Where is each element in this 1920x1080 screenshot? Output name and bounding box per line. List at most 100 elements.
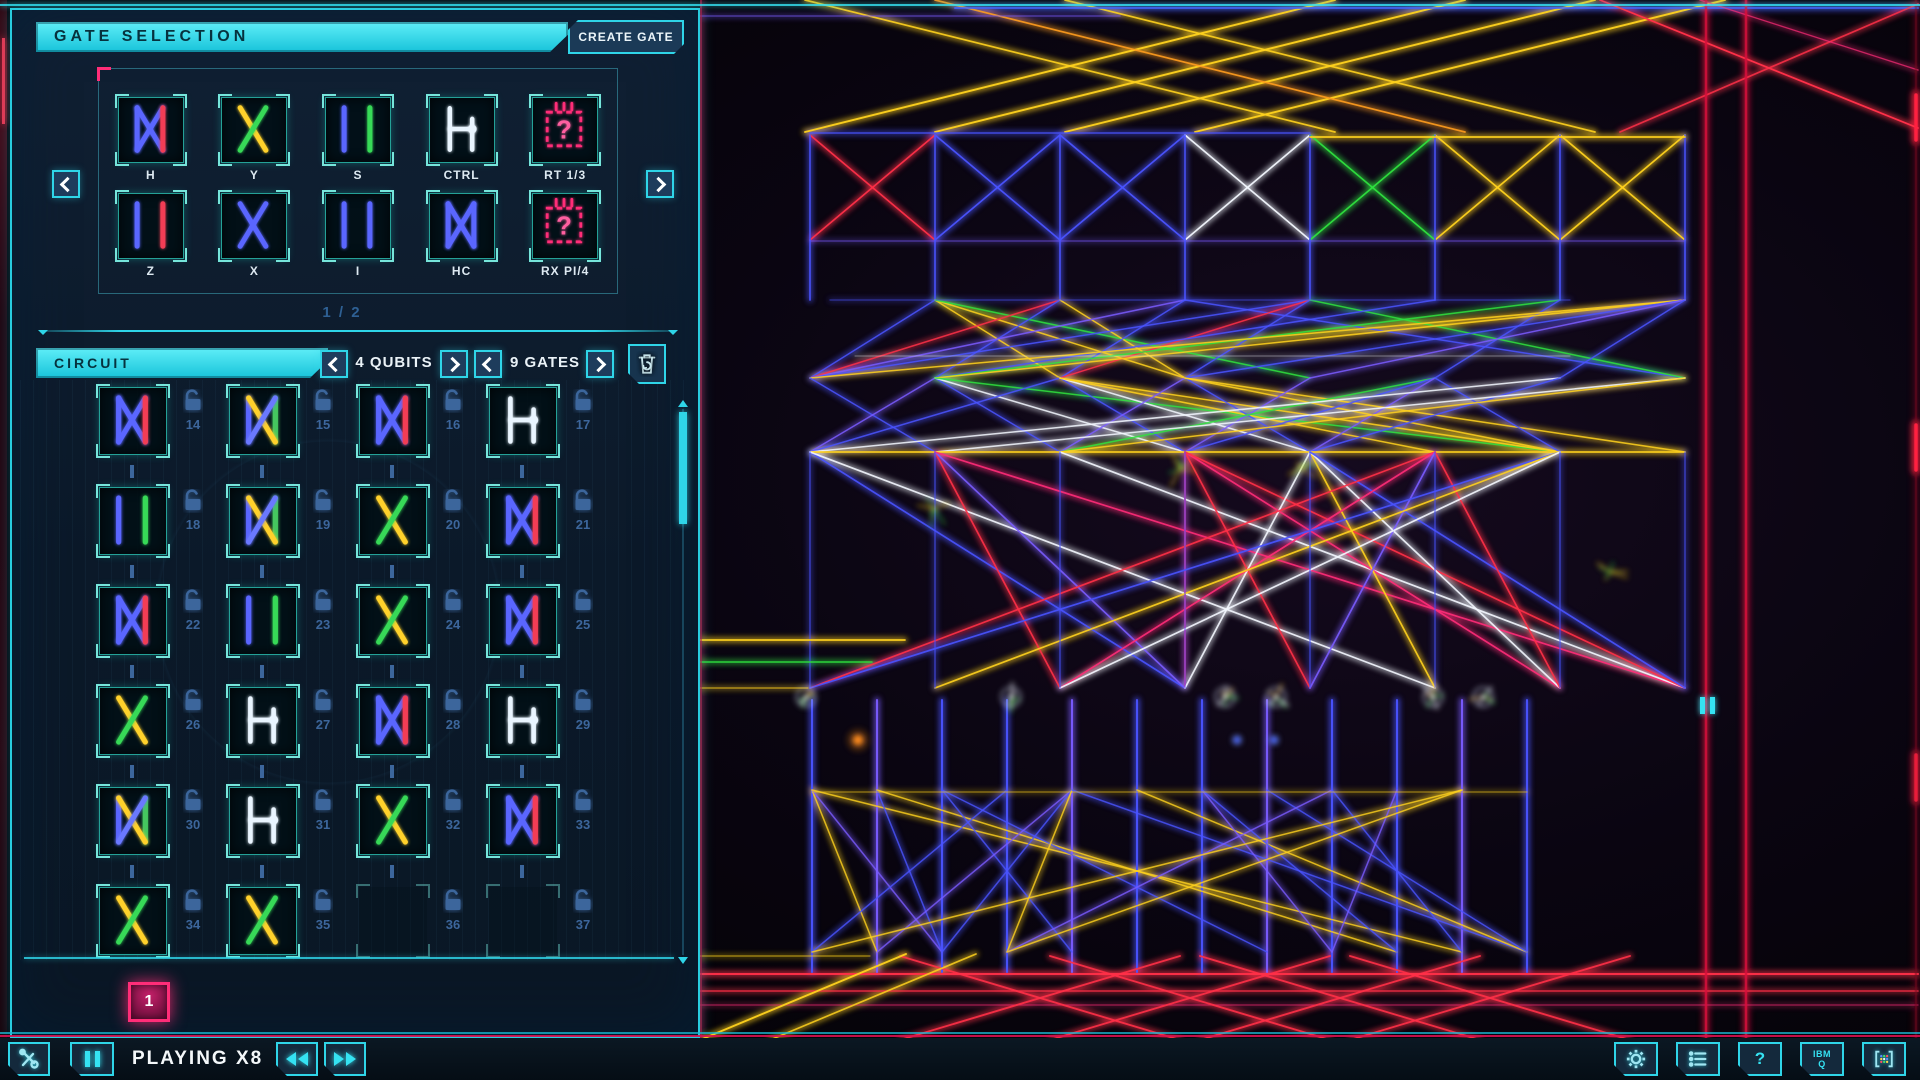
fast-forward-icon: [346, 1052, 356, 1066]
slot-connector: [390, 865, 394, 878]
bottom-divider-cyan: [0, 1032, 1920, 1034]
slot-number: 24: [437, 617, 469, 632]
circuit-slot-37[interactable]: 37: [489, 885, 619, 985]
gate-label: H: [146, 168, 156, 182]
gates-increase-button[interactable]: [586, 350, 614, 378]
pause-icon: [85, 1051, 90, 1067]
levels-menu-button[interactable]: [1676, 1042, 1720, 1076]
circuit-slot-15[interactable]: 15: [229, 385, 359, 485]
circuit-slot-34[interactable]: 34: [99, 885, 229, 985]
screen-edge-accent: [0, 0, 7, 1080]
slot-number: 26: [177, 717, 209, 732]
pause-button[interactable]: [70, 1042, 114, 1076]
slot-number: 36: [437, 917, 469, 932]
circuit-slot-28[interactable]: 28: [359, 685, 489, 785]
unlock-icon: [573, 689, 593, 713]
palette-gate-HC[interactable]: HC: [410, 193, 514, 289]
scrollbar-thumb[interactable]: [679, 412, 687, 524]
top-border-line: [0, 4, 1920, 6]
circuit-slot-31[interactable]: 31: [229, 785, 359, 885]
circuit-slot-33[interactable]: 33: [489, 785, 619, 885]
unlock-icon: [573, 489, 593, 513]
help-button[interactable]: ?: [1738, 1042, 1782, 1076]
circuit-slot-18[interactable]: 18: [99, 485, 229, 585]
settings-button[interactable]: [1614, 1042, 1658, 1076]
clear-circuit-button[interactable]: [628, 344, 666, 384]
unlock-icon: [313, 589, 333, 613]
unlock-icon: [183, 889, 203, 913]
circuit-slot-26[interactable]: 26: [99, 685, 229, 785]
palette-gate-Z[interactable]: Z: [99, 193, 203, 289]
palette-gate-S[interactable]: S: [306, 97, 410, 193]
palette-gate-H[interactable]: H: [99, 97, 203, 193]
slot-connector: [130, 565, 134, 578]
circuit-slot-19[interactable]: 19: [229, 485, 359, 585]
create-gate-button[interactable]: CREATE GATE: [568, 20, 684, 54]
ibmq-button[interactable]: IBM Q: [1800, 1042, 1844, 1076]
slot-connector: [390, 465, 394, 478]
circuit-slot-17[interactable]: 17: [489, 385, 619, 485]
rewind-button[interactable]: [276, 1042, 318, 1076]
circuit-page-button[interactable]: 1: [128, 982, 170, 1022]
matrix-view-button[interactable]: [1862, 1042, 1906, 1076]
circuit-slot-27[interactable]: 27: [229, 685, 359, 785]
unlock-icon: [443, 589, 463, 613]
slot-connector: [390, 565, 394, 578]
slot-connector: [520, 565, 524, 578]
qubits-decrease-button[interactable]: [320, 350, 348, 378]
gates-decrease-button[interactable]: [474, 350, 502, 378]
gate-tile: [118, 97, 184, 163]
rewind-icon: [298, 1052, 308, 1066]
slot-number: 23: [307, 617, 339, 632]
unlock-icon: [443, 489, 463, 513]
palette-gate-Y[interactable]: Y: [203, 97, 307, 193]
slot-connector: [390, 665, 394, 678]
slot-number: 20: [437, 517, 469, 532]
unlock-icon: [183, 689, 203, 713]
palette-gate-CTRL[interactable]: CTRL: [410, 97, 514, 193]
circuit-slot-25[interactable]: 25: [489, 585, 619, 685]
slot-number: 37: [567, 917, 599, 932]
circuit-slot-36[interactable]: 36: [359, 885, 489, 985]
gate-label: I: [356, 264, 360, 278]
circuit-slot-30[interactable]: 30: [99, 785, 229, 885]
gate-label: RT 1/3: [544, 168, 586, 182]
tools-icon: [17, 1047, 41, 1071]
circuit-scrollbar[interactable]: [676, 395, 690, 969]
slot-number: 21: [567, 517, 599, 532]
unlock-icon: [573, 589, 593, 613]
unlock-icon: [313, 789, 333, 813]
circuit-slot-24[interactable]: 24: [359, 585, 489, 685]
gate-tile: [221, 193, 287, 259]
circuit-slot-32[interactable]: 32: [359, 785, 489, 885]
circuit-slot-16[interactable]: 16: [359, 385, 489, 485]
palette-gate-I[interactable]: I: [306, 193, 410, 289]
circuit-slot-20[interactable]: 20: [359, 485, 489, 585]
slot-number: 28: [437, 717, 469, 732]
circuit-slot-29[interactable]: 29: [489, 685, 619, 785]
circuit-slot-23[interactable]: 23: [229, 585, 359, 685]
circuit-slot-35[interactable]: 35: [229, 885, 359, 985]
circuit-gate-tile: [229, 887, 297, 955]
palette-gate-RX-PI-4[interactable]: ?RX PI/4: [513, 193, 617, 289]
palette-prev-button[interactable]: [52, 170, 80, 198]
unlock-icon: [313, 489, 333, 513]
tools-button[interactable]: [8, 1042, 50, 1076]
circuit-slot-22[interactable]: 22: [99, 585, 229, 685]
quantum-visualization: [700, 0, 1920, 1040]
circuit-slot-14[interactable]: 14: [99, 385, 229, 485]
fast-forward-icon: [334, 1052, 344, 1066]
svg-text:?: ?: [556, 117, 572, 145]
palette-gate-X[interactable]: X: [203, 193, 307, 289]
qubits-increase-button[interactable]: [440, 350, 468, 378]
circuit-slot-21[interactable]: 21: [489, 485, 619, 585]
scroll-down-icon[interactable]: [678, 957, 688, 969]
gate-tile: [325, 193, 391, 259]
circuit-baseline: [24, 957, 674, 959]
palette-gate-RT-1-3[interactable]: ? RT 1/3: [513, 97, 617, 193]
scroll-up-icon[interactable]: [678, 395, 688, 407]
slot-number: 16: [437, 417, 469, 432]
fast-forward-button[interactable]: [324, 1042, 366, 1076]
slot-connector: [130, 865, 134, 878]
palette-next-button[interactable]: [646, 170, 674, 198]
